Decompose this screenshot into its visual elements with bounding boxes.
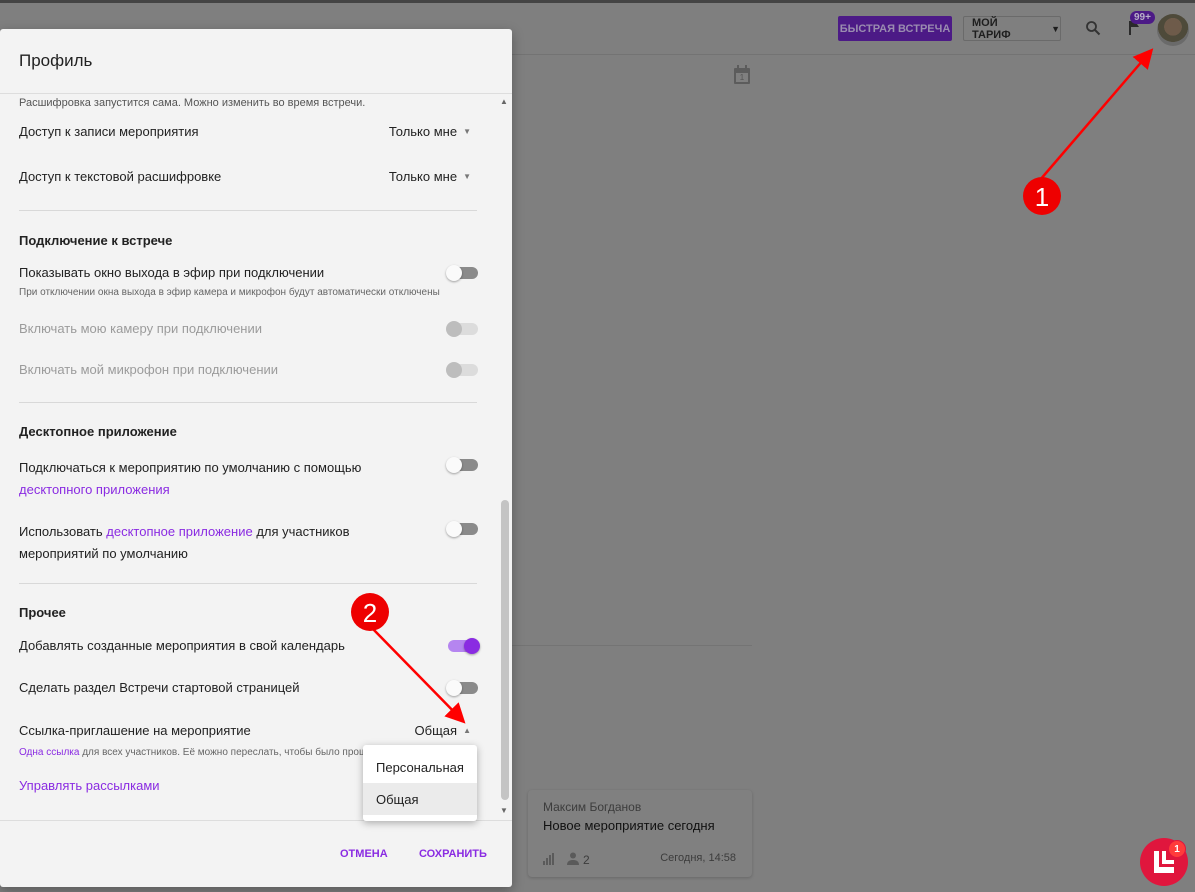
annotation-arrows: 1 2 bbox=[351, 48, 1154, 724]
annotation-number-1: 1 bbox=[1035, 182, 1049, 212]
arrow-2 bbox=[371, 627, 466, 724]
arrow-1 bbox=[1039, 48, 1154, 181]
annotation-number-2: 2 bbox=[363, 598, 377, 628]
